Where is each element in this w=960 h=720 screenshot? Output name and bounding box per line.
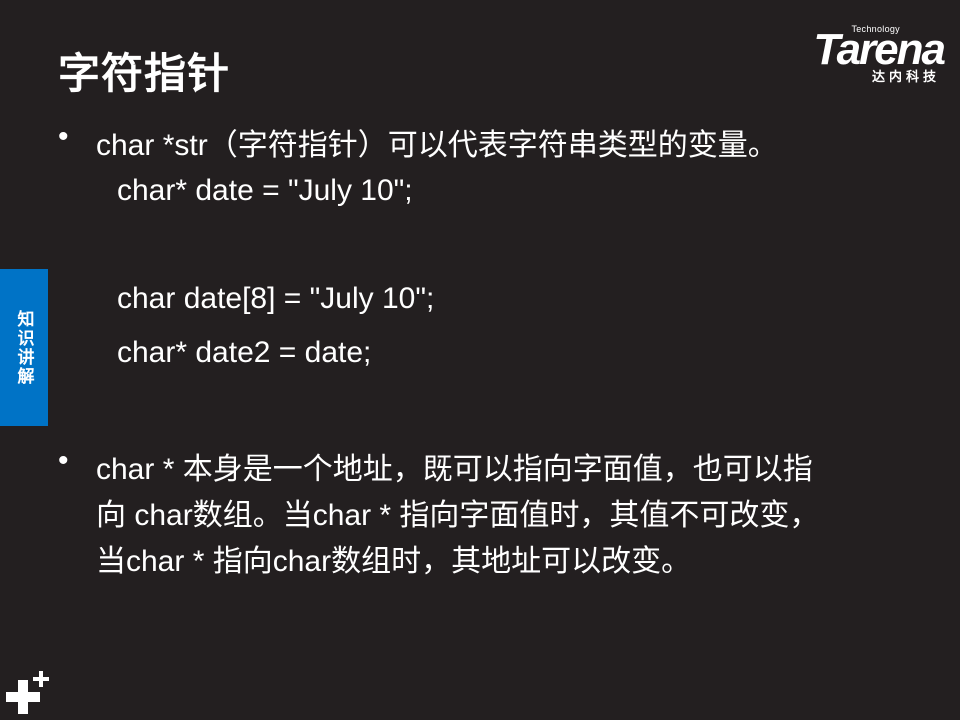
code-line: char* date2 = date; — [117, 336, 372, 369]
bullet-marker: • — [58, 444, 69, 477]
side-section-tab: 知识讲解 — [0, 269, 48, 426]
bullet-text-line: char *str（字符指针）可以代表字符串类型的变量。 — [96, 129, 778, 162]
bullet-text-line: 向 char数组。当char * 指向字面值时，其值不可改变， — [96, 499, 820, 532]
code-line: char date[8] = "July 10"; — [117, 282, 435, 315]
bullet-text-line: char * 本身是一个地址，既可以指向字面值，也可以指 — [96, 453, 813, 486]
logo-subtitle: 达内科技 — [871, 70, 940, 85]
bullet-marker: • — [58, 120, 69, 153]
slide: 字符指针 Technology Tarena 达内科技 知识讲解 • char … — [0, 0, 960, 720]
bullet-text-line: 当char * 指向char数组时，其地址可以改变。 — [96, 545, 692, 578]
small-plus-icon — [33, 671, 49, 687]
tarena-logo: Technology Tarena 达内科技 — [774, 22, 946, 85]
side-tab-label: 知识讲解 — [13, 309, 34, 386]
slide-title: 字符指针 — [58, 50, 231, 97]
code-line: char* date = "July 10"; — [117, 174, 413, 207]
